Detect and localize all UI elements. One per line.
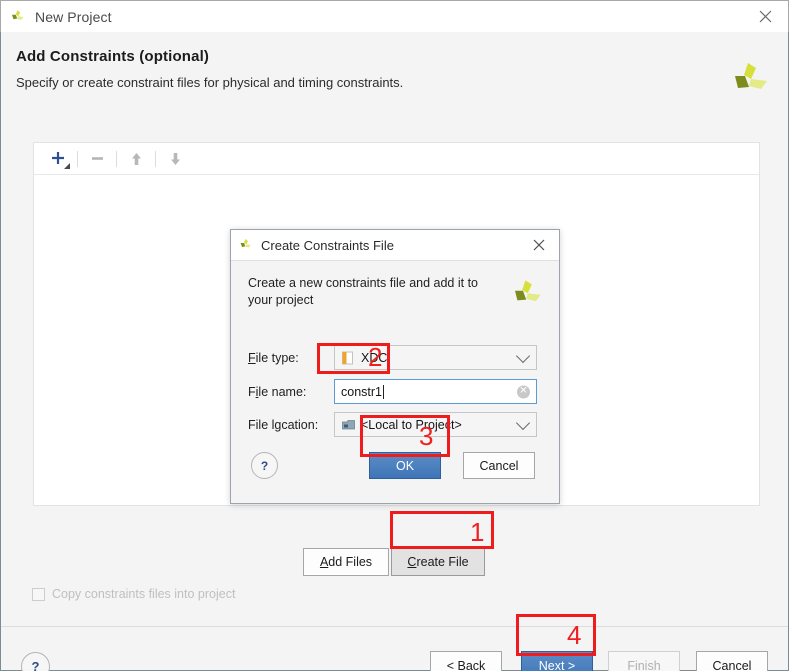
window-titlebar: New Project: [0, 0, 789, 32]
move-down-button[interactable]: [161, 146, 189, 172]
add-constraint-button[interactable]: [44, 146, 72, 172]
move-up-button[interactable]: [122, 146, 150, 172]
back-label-pre: <: [446, 659, 458, 671]
dialog-close-button[interactable]: [523, 230, 555, 259]
back-button[interactable]: < Back: [430, 651, 502, 671]
cancel-button[interactable]: Cancel: [696, 651, 768, 671]
file-type-mnemonic: F: [248, 350, 256, 365]
file-type-label: File type:: [248, 350, 299, 365]
arrow-up-icon: [131, 152, 141, 165]
xdc-file-icon: [342, 351, 353, 364]
back-mnemonic: B: [457, 659, 466, 671]
file-type-row: File type: XDC: [248, 345, 537, 370]
add-files-button[interactable]: Add Files: [303, 548, 389, 576]
page-title: Add Constraints (optional): [16, 48, 210, 65]
toolbar-divider: [116, 150, 117, 167]
file-location-combobox[interactable]: <Local to Project>: [334, 412, 537, 437]
page-header: Add Constraints (optional) Specify or cr…: [16, 48, 403, 90]
toolbar-divider: [77, 150, 78, 167]
remove-constraint-button[interactable]: [83, 146, 111, 172]
arrow-down-icon: [170, 152, 180, 165]
toolbar-divider: [155, 150, 156, 167]
vivado-logo-icon: [240, 239, 251, 248]
file-name-label: File name:: [248, 384, 307, 399]
file-location-row: File lgcation: <Local to Project>: [248, 412, 537, 437]
window-title: New Project: [35, 8, 112, 25]
dialog-ok-button[interactable]: OK: [369, 452, 441, 479]
question-mark-icon: ?: [260, 458, 269, 473]
create-file-label-rest: reate File: [416, 555, 469, 569]
dialog-titlebar: Create Constraints File: [231, 230, 559, 261]
cancel-label: Cancel: [712, 659, 752, 671]
add-files-label-rest: dd Files: [328, 555, 373, 569]
window-close-button[interactable]: [742, 1, 788, 32]
finish-label-rest: inish: [634, 659, 661, 671]
copy-constraints-checkbox[interactable]: [32, 587, 45, 601]
create-file-button[interactable]: Create File: [391, 548, 485, 576]
file-location-label: File lgcation:: [248, 417, 319, 432]
file-name-mnemonic: i: [255, 384, 259, 399]
copy-constraints-label: Copy constraints files into project: [52, 587, 236, 601]
app-window: New Project Add Constraints (optional) S…: [0, 0, 789, 671]
chevron-down-icon: [515, 348, 531, 363]
chevron-down-icon: [64, 162, 70, 169]
page-subtitle: Specify or create constraint files for p…: [16, 75, 404, 90]
file-location-value: <Local to Project>: [361, 417, 462, 432]
next-label-rest: ext >: [547, 659, 576, 671]
create-constraints-file-dialog: Create Constraints File Create a new con…: [230, 229, 560, 504]
clear-circle-icon[interactable]: ✕: [517, 385, 530, 398]
file-type-combobox[interactable]: XDC: [334, 345, 537, 370]
vivado-logo-icon: [12, 9, 24, 20]
list-toolbar: [34, 143, 759, 175]
footer-divider: [1, 626, 788, 627]
copy-constraints-checkbox-row[interactable]: Copy constraints files into project: [32, 587, 235, 601]
text-caret: [383, 384, 384, 399]
dialog-ok-label: OK: [395, 458, 415, 473]
dialog-description: Create a new constraints file and add it…: [248, 276, 478, 307]
file-name-row: File name: constr1 ✕: [248, 379, 537, 404]
file-name-value: constr1: [341, 384, 382, 399]
chevron-down-icon: [515, 415, 531, 430]
next-mnemonic: N: [538, 659, 548, 671]
dialog-cancel-button[interactable]: Cancel: [463, 452, 535, 479]
back-label-rest: ack: [465, 659, 486, 671]
minus-icon: [91, 157, 103, 160]
help-button[interactable]: ?: [21, 652, 50, 671]
question-mark-icon: ?: [31, 659, 40, 671]
vivado-logo-icon: [515, 280, 541, 302]
close-icon: [759, 10, 771, 23]
dialog-help-button[interactable]: ?: [251, 452, 278, 479]
window-body: Add Constraints (optional) Specify or cr…: [0, 32, 789, 671]
next-button[interactable]: Next >: [521, 651, 593, 671]
folder-icon: [342, 419, 355, 429]
file-name-input[interactable]: constr1 ✕: [334, 379, 537, 404]
finish-button: Finish: [608, 651, 680, 671]
dialog-title: Create Constraints File: [261, 237, 394, 253]
file-type-value: XDC: [361, 350, 388, 365]
finish-mnemonic: F: [627, 659, 635, 671]
close-icon: [533, 239, 545, 250]
vivado-logo-icon: [735, 63, 767, 89]
dialog-cancel-label: Cancel: [479, 458, 519, 473]
file-location-mnemonic: g: [274, 417, 282, 432]
